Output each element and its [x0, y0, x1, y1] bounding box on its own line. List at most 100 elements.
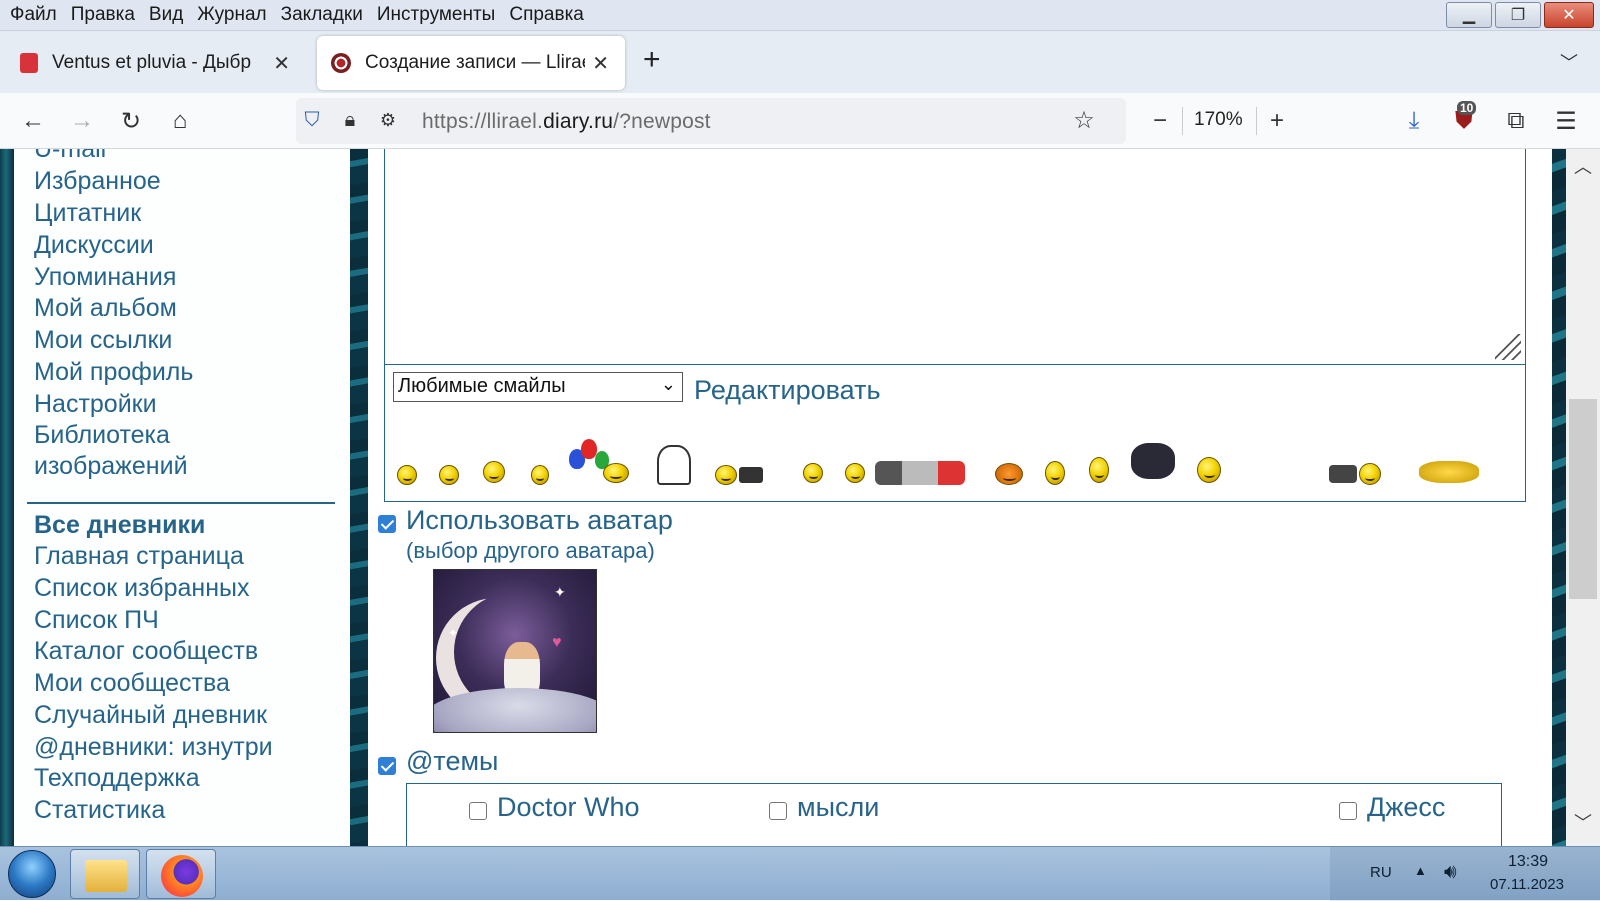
tab-close-icon[interactable]: ✕: [592, 51, 609, 76]
minimize-button[interactable]: ▁: [1446, 2, 1492, 28]
tab-new-post[interactable]: Создание записи — Llirael ✕: [317, 36, 625, 90]
show-hidden-icons-icon[interactable]: ▲: [1414, 863, 1427, 878]
sidebar-item-image-library[interactable]: Библиотека: [34, 420, 170, 450]
sidebar-item-settings[interactable]: Настройки: [34, 389, 157, 419]
post-body-textarea[interactable]: [384, 149, 1526, 365]
blush-icon[interactable]: [845, 463, 865, 483]
heart-icon: ♥: [552, 634, 562, 651]
sidebar-item-my-communities[interactable]: Мои сообщества: [34, 668, 230, 698]
sidebar-item-quotes[interactable]: Цитатник: [34, 198, 141, 228]
edit-smiles-link[interactable]: Редактировать: [694, 375, 881, 406]
scroll-up-icon[interactable]: ︿: [1574, 153, 1592, 179]
cart-icon[interactable]: [1329, 465, 1357, 483]
restore-button[interactable]: ❐: [1495, 2, 1541, 28]
topic-label-jess[interactable]: Джесс: [1367, 792, 1445, 823]
use-avatar-checkbox[interactable]: [378, 515, 396, 533]
smiles-select[interactable]: Любимые смайлы ⌄: [393, 372, 683, 402]
mouse-icon[interactable]: [875, 461, 965, 485]
scroll-down-icon[interactable]: ﹀: [1574, 809, 1592, 835]
sidebar-item-support[interactable]: Техподдержка: [34, 763, 200, 793]
sidebar-item-random-diary[interactable]: Случайный дневник: [34, 700, 267, 730]
sidebar-item-mentions[interactable]: Упоминания: [34, 262, 176, 292]
download-icon[interactable]: ⤓: [1400, 107, 1428, 135]
use-avatar-label[interactable]: Использовать аватар: [406, 505, 673, 536]
sidebar-item-readers-list[interactable]: Список ПЧ: [34, 605, 159, 635]
menu-help[interactable]: Справка: [505, 4, 594, 26]
sidebar-item-links[interactable]: Мои ссылки: [34, 325, 172, 355]
sidebar-item-favorites[interactable]: Избранное: [34, 166, 161, 196]
sidebar-item-communities-catalog[interactable]: Каталог сообществ: [34, 636, 258, 666]
cool-icon[interactable]: [803, 463, 823, 483]
topic-label-thoughts[interactable]: мысли: [797, 792, 879, 823]
sidebar-item-album[interactable]: Мой альбом: [34, 293, 177, 323]
menu-history[interactable]: Журнал: [193, 4, 276, 26]
menu-file[interactable]: Файл: [6, 4, 67, 26]
zoom-in-icon[interactable]: +: [1263, 107, 1291, 135]
start-button[interactable]: [8, 850, 56, 898]
address-bar[interactable]: ⛉ 🔒︎ ⚙ https://llirael.diary.ru/?newpost…: [296, 98, 1126, 144]
language-indicator[interactable]: RU: [1370, 864, 1392, 881]
back-arrow-icon[interactable]: ←: [19, 107, 47, 135]
sad-icon[interactable]: [483, 461, 505, 483]
home-icon[interactable]: ⌂: [166, 107, 194, 135]
taskbar-explorer[interactable]: [70, 849, 140, 899]
reload-icon[interactable]: ↻: [117, 107, 145, 135]
sidebar-section-title[interactable]: Все дневники: [34, 510, 205, 540]
menu-view[interactable]: Вид: [145, 4, 193, 26]
hanging-smile-icon[interactable]: [1197, 457, 1221, 483]
tab-close-icon[interactable]: ✕: [273, 51, 290, 76]
sidebar-item-umail[interactable]: U-mail: [34, 149, 106, 164]
topic-checkbox-thoughts[interactable]: [769, 802, 787, 820]
menu-edit[interactable]: Правка: [67, 4, 145, 26]
taskbar-firefox[interactable]: [146, 849, 216, 899]
hamburger-menu-icon[interactable]: ☰: [1552, 107, 1580, 135]
sidebar-item-profile[interactable]: Мой профиль: [34, 357, 193, 387]
list-all-tabs-icon[interactable]: ﹀: [1560, 49, 1578, 75]
shield-icon[interactable]: ⛉: [298, 106, 326, 134]
tab-ventus[interactable]: Ventus et pluvia - Дыбр ✕: [6, 36, 306, 90]
topic-checkbox-jess[interactable]: [1339, 802, 1357, 820]
computer-icon[interactable]: [739, 467, 763, 483]
new-tab-button[interactable]: +: [643, 45, 661, 75]
sidebar-item-discussions[interactable]: Дискуссии: [34, 230, 154, 260]
wink-icon[interactable]: [531, 465, 549, 485]
topic-label-doctor-who[interactable]: Doctor Who: [497, 792, 640, 823]
url-text[interactable]: https://llirael.diary.ru/?newpost: [422, 110, 711, 134]
lock-icon[interactable]: 🔒︎: [336, 106, 364, 134]
topics-checkbox[interactable]: [378, 757, 396, 775]
zoom-out-icon[interactable]: −: [1146, 107, 1174, 135]
pumpkin-icon[interactable]: [995, 463, 1023, 485]
sidebar-item-inside[interactable]: @дневники: изнутри: [34, 732, 273, 762]
permissions-icon[interactable]: ⚙: [374, 106, 402, 134]
star-icon[interactable]: ☆: [1070, 106, 1098, 134]
miner-icon[interactable]: [1359, 463, 1381, 485]
choose-avatar-link[interactable]: (выбор другого аватара): [406, 538, 655, 564]
sidebar-item-main-page[interactable]: Главная страница: [34, 541, 244, 571]
resize-grip-icon[interactable]: [1495, 334, 1521, 360]
menu-bookmarks[interactable]: Закладки: [277, 4, 373, 26]
scrollbar-thumb[interactable]: [1569, 399, 1597, 599]
clock-date[interactable]: 07.11.2023: [1490, 876, 1564, 893]
bat-cat-icon[interactable]: [1131, 443, 1175, 479]
zoom-level[interactable]: 170%: [1194, 109, 1243, 131]
star-icon: ✦: [554, 584, 566, 600]
extensions-puzzle-icon[interactable]: ⧉: [1502, 107, 1530, 135]
menu-tools[interactable]: Инструменты: [373, 4, 505, 26]
topics-label[interactable]: @темы: [406, 746, 498, 777]
cat-icon[interactable]: [657, 445, 691, 485]
grin-icon[interactable]: [439, 465, 459, 485]
sidebar-item-image-library-2[interactable]: изображений: [34, 451, 188, 481]
page-scrollbar[interactable]: ︿ ﹀: [1566, 149, 1600, 846]
forward-arrow-icon[interactable]: →: [68, 107, 96, 135]
golden-bat-icon[interactable]: [1419, 461, 1479, 483]
sidebar-item-statistics[interactable]: Статистика: [34, 795, 165, 825]
smile-icon[interactable]: [397, 465, 417, 485]
volume-icon[interactable]: 🔊︎: [1444, 861, 1457, 884]
sidebar-item-favorites-list[interactable]: Список избранных: [34, 573, 249, 603]
clock-time[interactable]: 13:39: [1508, 853, 1548, 871]
pc-smile-icon[interactable]: [715, 465, 737, 485]
scared-icon[interactable]: [1045, 461, 1065, 485]
close-window-button[interactable]: ✕: [1544, 2, 1594, 28]
topic-checkbox-doctor-who[interactable]: [469, 802, 487, 820]
bee-icon[interactable]: [1089, 457, 1109, 483]
